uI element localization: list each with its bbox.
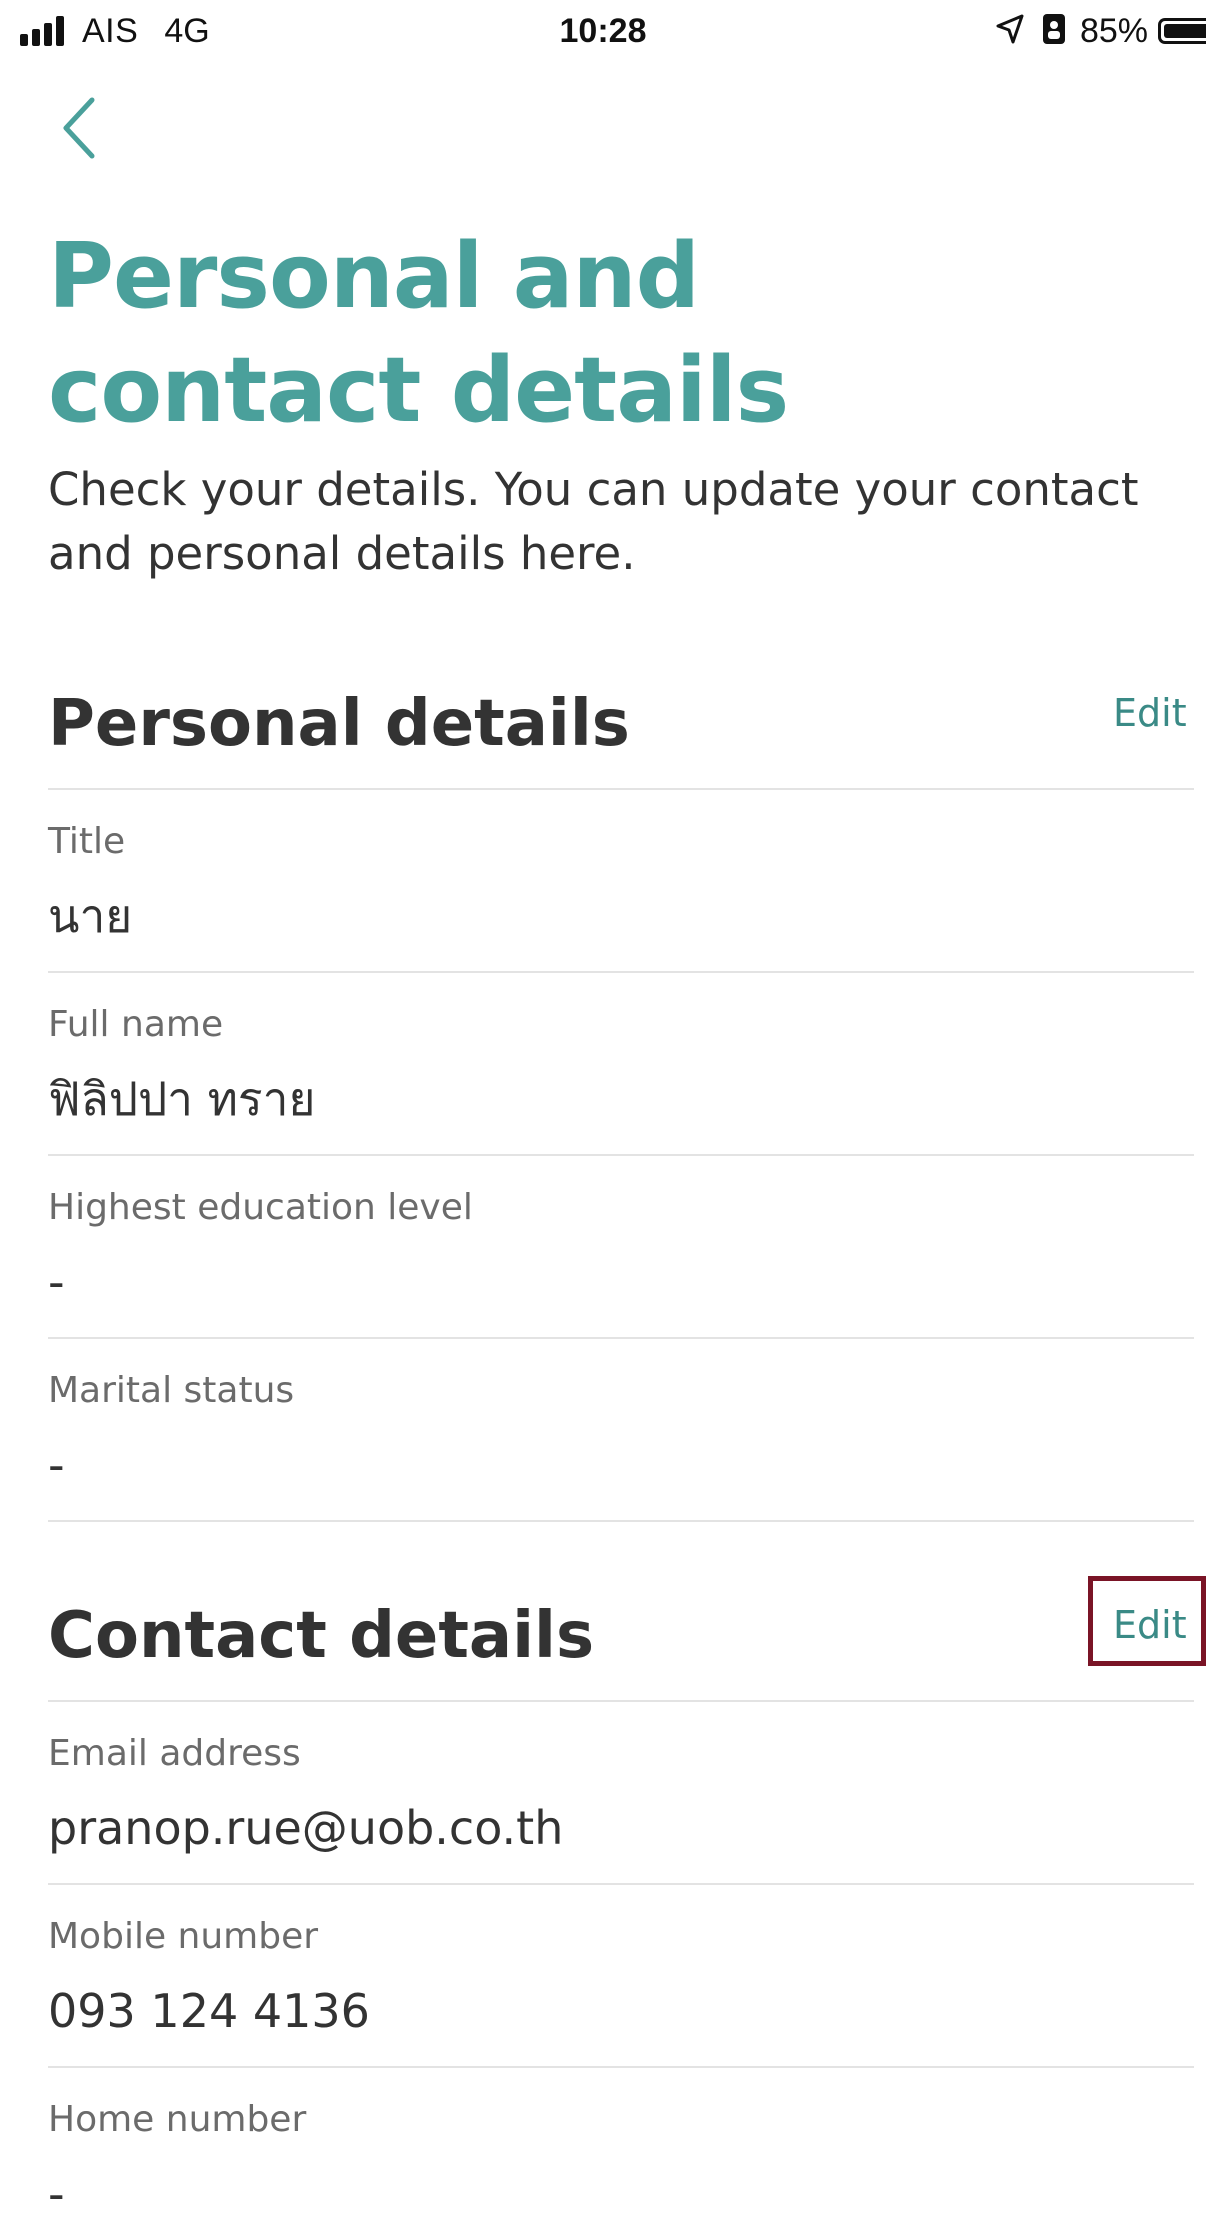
divider: [48, 1520, 1194, 1522]
field-label: Full name: [48, 1004, 224, 1045]
personal-details-heading: Personal details: [48, 687, 630, 761]
divider: [48, 1883, 1194, 1885]
contact-details-heading: Contact details: [48, 1599, 595, 1673]
location-arrow-icon: [996, 14, 1024, 48]
divider: [48, 1700, 1194, 1702]
page-subtitle-line-1: Check your details. You can update your …: [48, 463, 1139, 516]
field-label: Marital status: [48, 1370, 295, 1411]
field-label: Mobile number: [48, 1916, 319, 1957]
field-value: ฟิลิปปา ทราย: [48, 1072, 316, 1126]
portrait-lock-icon: [1042, 13, 1066, 49]
page-title-line-2: contact details: [48, 338, 789, 443]
field-value: 093 124 4136: [48, 1984, 370, 2038]
chevron-left-icon: [63, 97, 95, 159]
battery-percent: 85%: [1079, 11, 1148, 50]
field-value: นาย: [48, 889, 133, 943]
page-title-line-1: Personal and: [48, 224, 700, 329]
divider: [48, 1337, 1194, 1339]
personal-details-edit-button[interactable]: Edit: [1113, 688, 1187, 738]
field-label: Email address: [48, 1733, 301, 1774]
field-value: -: [48, 2167, 65, 2221]
field-value: -: [48, 1438, 65, 1492]
page-subtitle: Check your details. You can update your …: [48, 458, 1168, 586]
field-value: -: [48, 1255, 65, 1309]
divider: [48, 788, 1194, 790]
divider: [48, 1154, 1194, 1156]
divider: [48, 2066, 1194, 2068]
field-value: pranop.rue@uob.co.th: [48, 1801, 564, 1855]
status-bar: AIS 4G 10:28 85%: [0, 0, 1206, 62]
field-label: Title: [48, 821, 126, 862]
contact-details-edit-button[interactable]: Edit: [1113, 1600, 1187, 1650]
divider: [48, 971, 1194, 973]
field-label: Home number: [48, 2099, 307, 2140]
field-label: Highest education level: [48, 1187, 473, 1228]
battery-icon: [1158, 18, 1206, 44]
back-button[interactable]: [52, 88, 112, 168]
page-subtitle-line-2: and personal details here.: [48, 527, 636, 580]
status-bar-right: 85%: [996, 10, 1206, 52]
page-title: Personal and contact details: [48, 220, 1148, 448]
